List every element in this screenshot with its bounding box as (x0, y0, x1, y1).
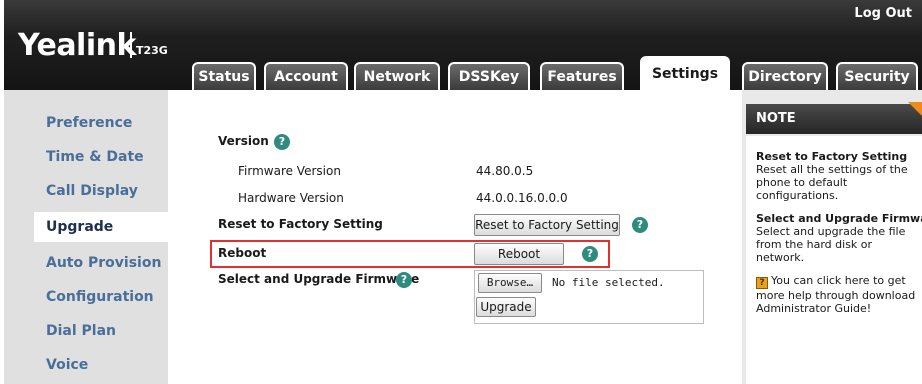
logout-link[interactable]: Log Out (854, 6, 912, 21)
note-corner-marker (908, 102, 922, 116)
note-upgrade-title: Select and Upgrade Firmware (756, 212, 922, 225)
firmware-version-label: Firmware Version (238, 164, 341, 178)
web-ui-frame: Yealink T23G Log Out Status Account Netw… (0, 0, 922, 384)
phone-model: T23G (136, 44, 168, 57)
sidebar-item-dial-plan[interactable]: Dial Plan (34, 316, 168, 346)
tab-status[interactable]: Status (192, 62, 256, 90)
reset-factory-label: Reset to Factory Setting (218, 217, 383, 231)
note-heading: NOTE (746, 104, 922, 134)
note-body: Reset to Factory Setting Reset all the s… (746, 136, 922, 384)
hardware-version-label: Hardware Version (238, 191, 344, 205)
tab-account[interactable]: Account (264, 62, 348, 90)
upgrade-help-icon[interactable]: ? (396, 272, 412, 288)
tab-dsskey[interactable]: DSSKey (448, 62, 530, 90)
firmware-version-value: 44.80.0.5 (476, 164, 534, 178)
select-upgrade-label: Select and Upgrade Firmware (218, 272, 420, 286)
tab-network[interactable]: Network (354, 62, 440, 90)
tab-features[interactable]: Features (540, 62, 624, 90)
sidebar-nav: Preference Time & Date Call Display Upgr… (4, 90, 168, 384)
reboot-label: Reboot (218, 246, 267, 260)
upgrade-button[interactable]: Upgrade (476, 297, 536, 317)
sidebar-item-auto-provision[interactable]: Auto Provision (34, 248, 168, 278)
sidebar-item-configuration[interactable]: Configuration (34, 282, 168, 312)
logo-divider (130, 32, 132, 58)
version-help-icon[interactable]: ? (274, 134, 290, 150)
header-bar: Yealink T23G Log Out Status Account Netw… (4, 0, 922, 90)
sidebar-item-preference[interactable]: Preference (34, 108, 168, 138)
brand-logo: Yealink (18, 28, 136, 63)
note-upgrade-text: Select and upgrade the file from the har… (756, 225, 906, 264)
tab-settings[interactable]: Settings (640, 56, 730, 90)
sidebar-item-call-display[interactable]: Call Display (34, 176, 168, 206)
sidebar-item-upgrade[interactable]: Upgrade (34, 212, 168, 242)
tab-security[interactable]: Security (836, 62, 918, 90)
upgrade-panel: Version ? Firmware Version 44.80.0.5 Har… (168, 90, 742, 384)
reboot-help-icon[interactable]: ? (582, 246, 598, 262)
tab-directory[interactable]: Directory (742, 62, 828, 90)
reset-help-icon[interactable]: ? (632, 217, 648, 233)
browse-button[interactable]: Browse… (478, 273, 542, 293)
sidebar-item-voice[interactable]: Voice (34, 350, 168, 380)
file-status-text: No file selected. (552, 276, 665, 289)
note-reset-text: Reset all the settings of the phone to d… (756, 163, 908, 202)
version-heading: Version (218, 134, 269, 148)
sidebar-item-time-date[interactable]: Time & Date (34, 142, 168, 172)
note-reset-title: Reset to Factory Setting (756, 150, 908, 163)
reboot-button[interactable]: Reboot (474, 243, 564, 265)
note-help-link[interactable]: ? You can click here to get more help thr… (756, 274, 922, 315)
reset-factory-button[interactable]: Reset to Factory Setting (474, 214, 620, 236)
note-help-text: You can click here to get more help thro… (756, 274, 916, 315)
hardware-version-value: 44.0.0.16.0.0.0 (476, 191, 568, 205)
help-book-icon: ? (756, 277, 768, 289)
note-panel: NOTE Reset to Factory Setting Reset all … (742, 90, 922, 384)
